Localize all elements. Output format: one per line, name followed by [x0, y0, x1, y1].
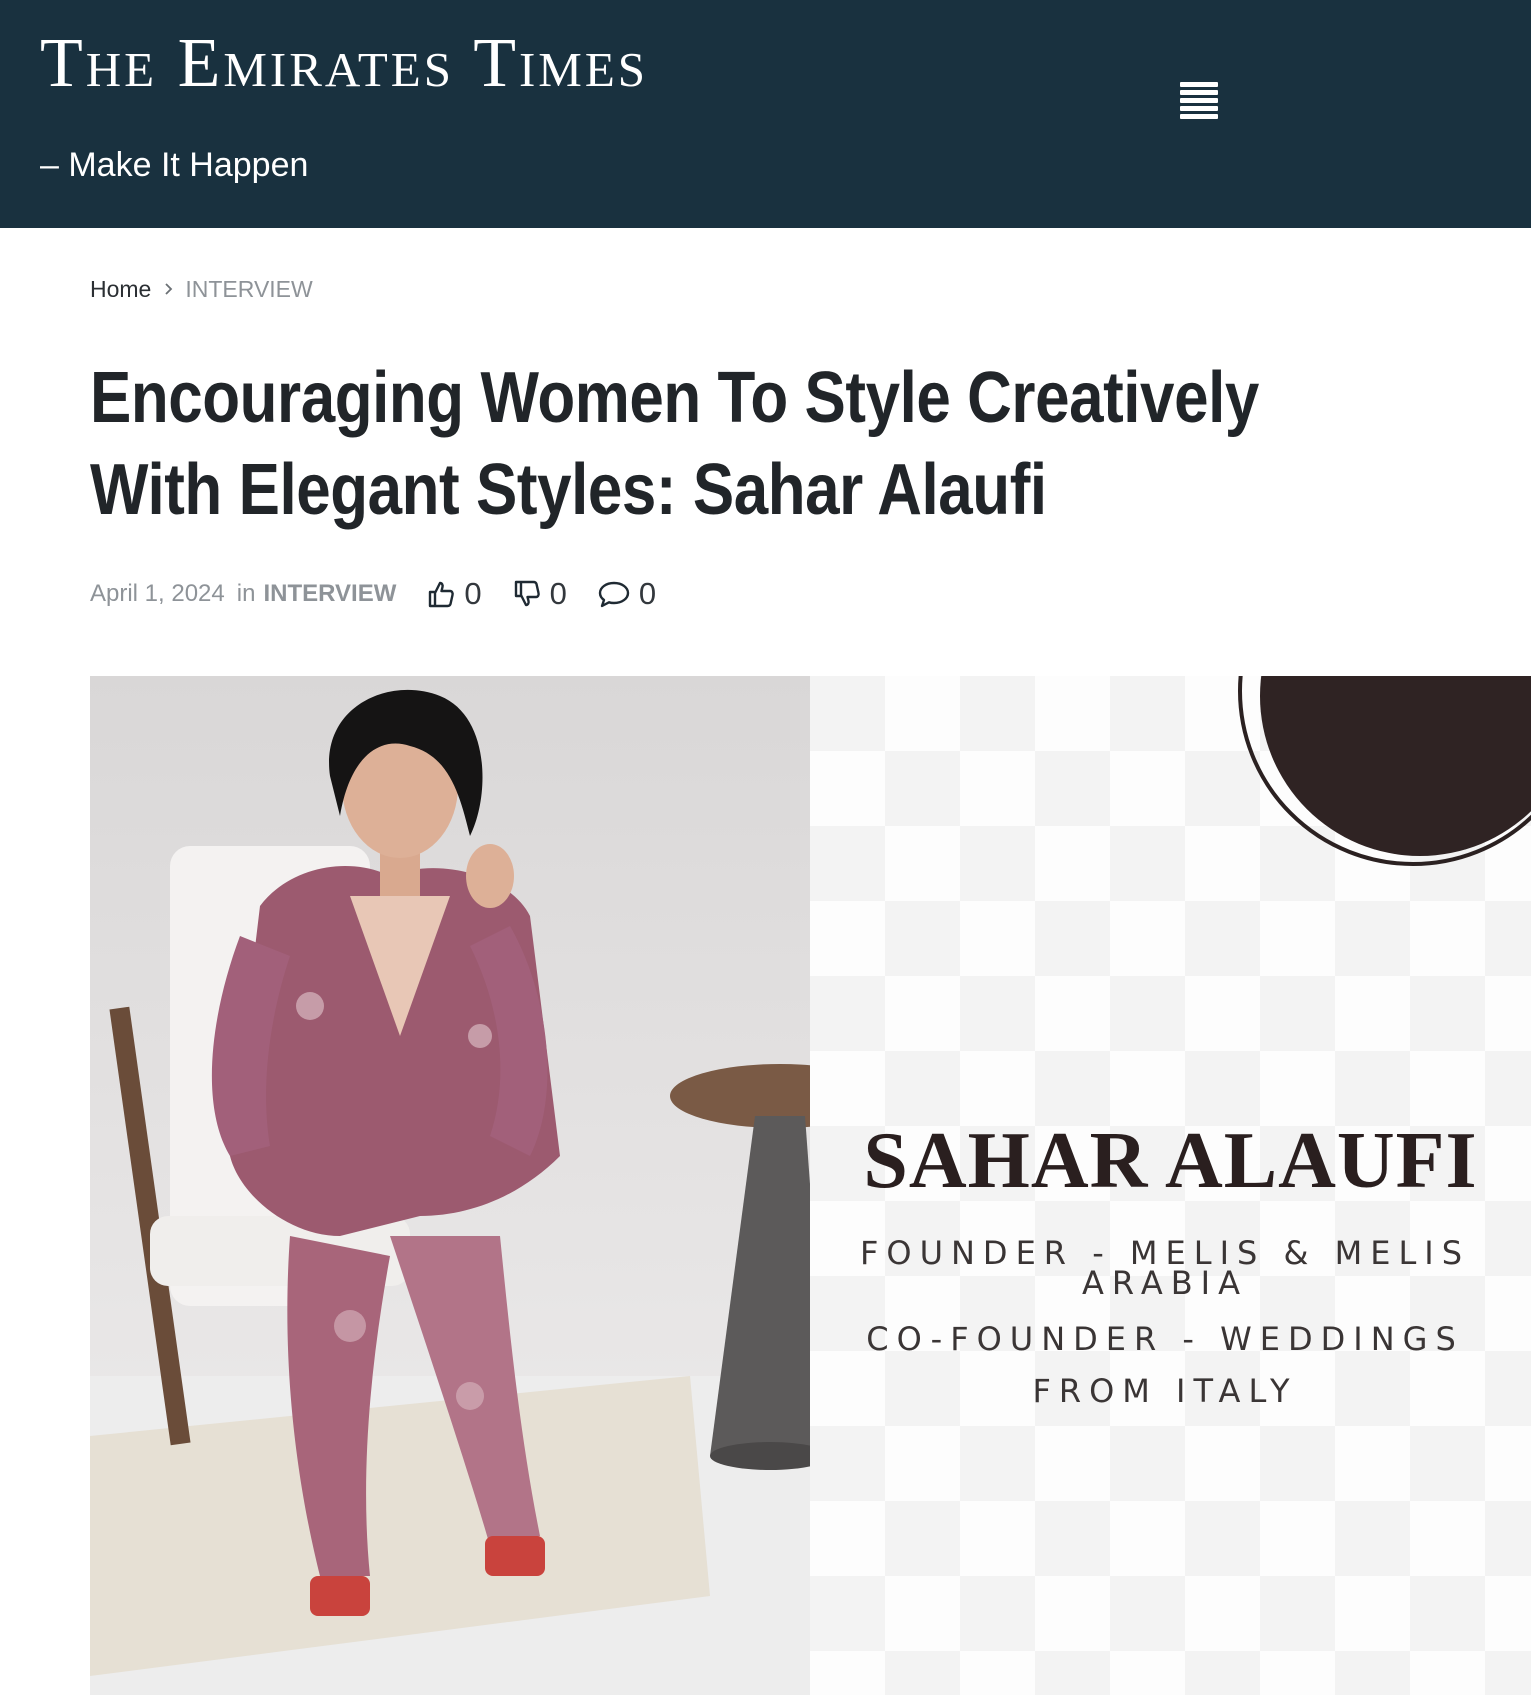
card-name: SAHAR ALAUFI	[863, 1117, 1478, 1205]
site-title[interactable]: The Emirates Times	[40, 24, 648, 104]
like-button[interactable]: 0	[426, 576, 482, 612]
comment-count: 0	[638, 576, 657, 611]
article-title-line-2: With Elegant Styles: Sahar Alaufi	[90, 450, 1047, 530]
article-title: Encouraging Women To Style Creatively Wi…	[90, 352, 1311, 536]
card-role-line-4: FROM ITALY	[1032, 1372, 1298, 1410]
portrait-illustration	[90, 689, 810, 1695]
meta-in-label: in	[236, 580, 256, 607]
thumbs-down-icon	[514, 580, 540, 607]
comments-button[interactable]: 0	[597, 576, 656, 612]
site-header: The Emirates Times – Make It Happen	[0, 0, 1531, 228]
dislike-count: 0	[549, 576, 567, 611]
article-date: April 1, 2024	[90, 580, 225, 607]
site-tagline: – Make It Happen	[40, 146, 309, 184]
breadcrumb: Home INTERVIEW	[90, 274, 313, 304]
chevron-right-icon	[165, 283, 173, 295]
thumbs-up-icon	[429, 581, 455, 608]
article-meta: April 1, 2024 in INTERVIEW 0 0 0	[90, 574, 656, 614]
like-count: 0	[464, 576, 482, 611]
card-role-line-2: ARABIA	[1082, 1264, 1248, 1302]
featured-image[interactable]: SAHAR ALAUFI FOUNDER - MELIS & MELIS ARA…	[90, 676, 1531, 1695]
card-role-line-3: CO-FOUNDER - WEDDINGS	[866, 1320, 1464, 1358]
dislike-button[interactable]: 0	[512, 576, 567, 612]
breadcrumb-home[interactable]: Home	[90, 274, 151, 304]
portrait-photo	[90, 676, 810, 1695]
decorative-circle	[1260, 676, 1531, 856]
comment-icon	[598, 581, 630, 608]
article-category-link[interactable]: INTERVIEW	[263, 580, 396, 608]
hamburger-menu-icon[interactable]	[1180, 82, 1224, 126]
breadcrumb-current[interactable]: INTERVIEW	[185, 274, 312, 304]
article-title-line-1: Encouraging Women To Style Creatively	[90, 358, 1259, 438]
name-card: SAHAR ALAUFI FOUNDER - MELIS & MELIS ARA…	[810, 676, 1531, 1695]
